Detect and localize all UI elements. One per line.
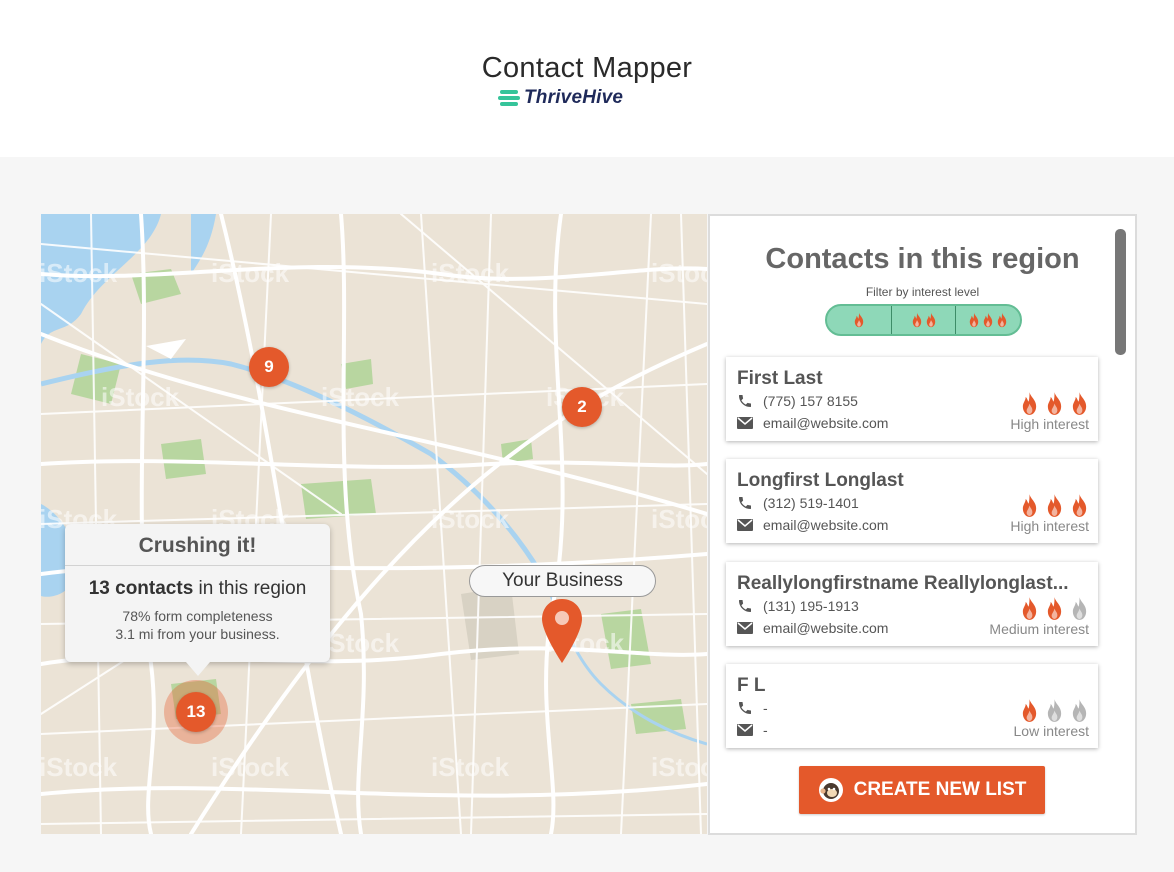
flame-icon [1047,392,1062,415]
flame-icon [1022,392,1037,415]
mail-icon [737,724,755,736]
contact-email: - [763,722,768,738]
interest-label: High interest [1010,518,1089,534]
mailchimp-icon [818,778,843,802]
interest-flames [1020,596,1089,621]
interest-label: Medium interest [989,621,1089,637]
callout-completeness: 78% form completeness [122,608,273,624]
filter-option-low[interactable] [827,306,892,334]
svg-text:iStock: iStock [101,382,180,412]
contact-phone: (131) 195-1913 [763,598,859,614]
flame-icon [983,312,993,328]
svg-text:iStock: iStock [651,752,707,782]
brand-name: ThriveHive [524,87,624,108]
map-view[interactable]: iStock iStock iStock iStock iStock iStoc… [41,214,707,834]
contact-email-row: email@website.com [737,517,888,533]
business-label: Your Business [469,565,656,597]
phone-icon [737,393,755,409]
brand-logo: ThriveHive [498,87,624,108]
contact-name: Reallylongfirstname Reallylonglast... [737,573,1069,594]
cluster-marker-selected[interactable]: 13 [176,692,216,732]
callout-contact-count: 13 contacts in this region [88,578,307,599]
flame-icon [997,312,1007,328]
svg-text:iStock: iStock [651,258,707,288]
contact-email: email@website.com [763,517,889,533]
app-header: Contact Mapper ThriveHive [0,0,1174,157]
callout-distance: 3.1 mi from your business. [115,626,280,642]
contact-email: email@website.com [763,620,889,636]
contact-phone: (312) 519-1401 [763,495,859,511]
mail-icon [737,519,755,531]
contact-phone-row: (131) 195-1913 [737,598,859,614]
interest-flames [1020,493,1089,518]
flame-icon [854,312,864,328]
contact-card[interactable]: Reallylongfirstname Reallylonglast... (1… [726,562,1098,646]
svg-text:iStock: iStock [211,258,290,288]
phone-icon [737,700,755,716]
interest-filter [825,304,1022,336]
cluster-marker[interactable]: 2 [562,387,602,427]
mail-icon [737,417,755,429]
svg-text:iStock: iStock [431,504,510,534]
svg-text:iStock: iStock [651,504,707,534]
panel-title: Contacts in this region [765,243,1080,275]
contact-email: email@website.com [763,415,889,431]
flame-icon [1022,597,1037,620]
flame-icon [1022,699,1037,722]
contact-phone-row: (775) 157 8155 [737,393,858,409]
flame-icon [912,312,921,328]
svg-text:iStock: iStock [321,628,400,658]
contact-phone: - [763,700,768,716]
flame-icon [926,312,935,328]
interest-flames [1020,698,1089,723]
flame-icon [1072,392,1087,415]
region-callout: Crushing it! 13 contacts in this region … [65,524,330,676]
svg-text:iStock: iStock [431,258,510,288]
mail-icon [737,622,755,634]
contact-email-row: email@website.com [737,620,888,636]
interest-label: Low interest [1013,723,1089,739]
svg-text:iStock: iStock [211,752,290,782]
filter-option-high[interactable] [956,306,1020,334]
contact-email-row: email@website.com [737,415,888,431]
map-pin-icon[interactable] [540,597,584,665]
flame-icon [969,312,979,328]
interest-flames [1020,391,1089,416]
svg-text:iStock: iStock [431,752,510,782]
flame-icon [1047,597,1062,620]
svg-text:iStock: iStock [41,258,118,288]
scrollbar[interactable] [1115,229,1126,355]
contact-card[interactable]: First Last (775) 157 8155 email@website.… [726,357,1098,441]
filter-label: Filter by interest level [865,285,980,299]
interest-label: High interest [1010,416,1089,432]
contact-phone: (775) 157 8155 [763,393,858,409]
create-new-list-label: CREATE NEW LIST [853,779,1027,800]
phone-icon [737,495,755,511]
contact-card[interactable]: F L - - Low interest [726,664,1098,748]
flame-icon [1072,699,1087,722]
flame-icon [1047,699,1062,722]
contact-name: Longfirst Longlast [737,470,904,491]
contact-name: First Last [737,368,823,389]
create-new-list-button[interactable]: CREATE NEW LIST [799,766,1045,814]
svg-text:iStock: iStock [321,382,400,412]
contact-card[interactable]: Longfirst Longlast (312) 519-1401 email@… [726,459,1098,543]
cluster-marker[interactable]: 9 [249,347,289,387]
phone-icon [737,598,755,614]
svg-text:iStock: iStock [41,752,118,782]
flame-icon [1072,597,1087,620]
contact-name: F L [737,675,766,696]
app-title: Contact Mapper [481,52,693,84]
callout-title: Crushing it! [65,524,330,566]
flame-icon [1072,494,1087,517]
contact-phone-row: - [737,700,768,716]
contact-email-row: - [737,722,768,738]
contact-phone-row: (312) 519-1401 [737,495,859,511]
contacts-panel: Contacts in this region Filter by intere… [708,214,1137,835]
filter-option-medium[interactable] [892,306,957,334]
thrivehive-logo-icon [498,89,520,107]
flame-icon [1047,494,1062,517]
flame-icon [1022,494,1037,517]
